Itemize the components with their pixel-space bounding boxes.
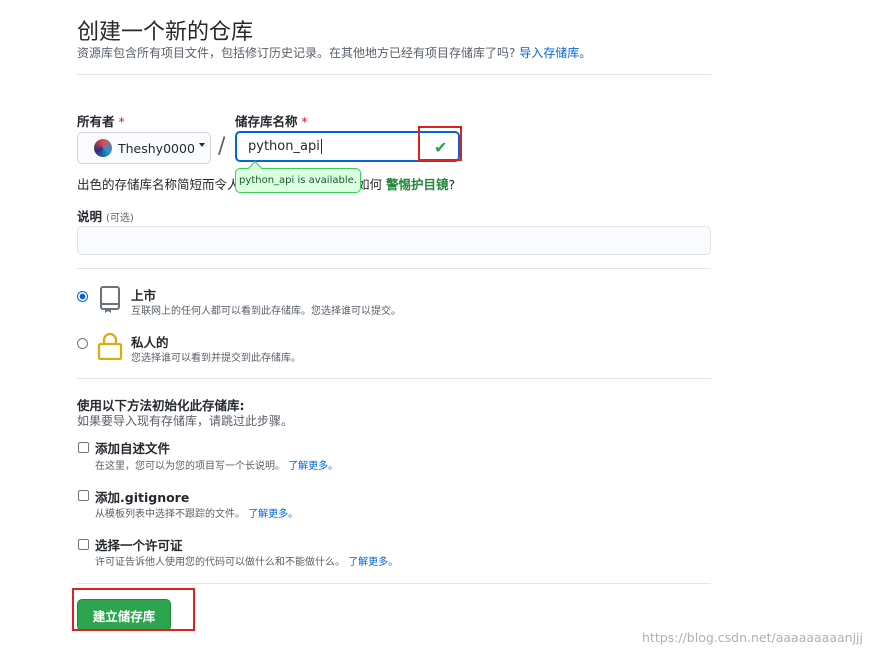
gitignore-checkbox[interactable] (78, 490, 89, 501)
divider (77, 74, 711, 75)
description-input[interactable] (77, 226, 711, 255)
import-repository-link[interactable]: 导入存储库。 (519, 46, 591, 60)
divider (77, 268, 711, 269)
repo-book-icon (99, 286, 121, 314)
description-label: 说明 (可选) (77, 206, 134, 225)
readme-option-desc: 在这里，您可以为您的项目写一个长说明。 了解更多。 (95, 457, 338, 472)
divider (77, 583, 711, 584)
owner-label: 所有者 * (77, 111, 125, 130)
hint-suffix: ? (448, 177, 456, 192)
public-radio[interactable] (77, 291, 88, 302)
repo-name-hint: 出色的存储库名称简短而令人 (77, 177, 240, 192)
owner-label-text: 所有者 (77, 114, 115, 129)
owner-select-button[interactable]: Theshy0000 (77, 132, 211, 164)
divider (77, 378, 711, 379)
readme-learn-more-link[interactable]: 了解更多。 (288, 461, 338, 472)
owner-name: Theshy0000 (118, 140, 195, 156)
repo-name-value: python_api (248, 139, 320, 154)
gitignore-option-desc: 从模板列表中选择不跟踪的文件。 了解更多。 (95, 505, 298, 520)
page-subtitle: 资源库包含所有项目文件，包括修订历史记录。在其他地方已经有项目存储库了吗? 导入… (77, 44, 591, 61)
readme-checkbox[interactable] (78, 442, 89, 453)
license-option-desc: 许可证告诉他人使用您的代码可以做什么和不能做什么。 了解更多。 (95, 553, 398, 568)
license-option-title: 选择一个许可证 (95, 538, 183, 553)
required-mark: * (118, 114, 125, 129)
gitignore-learn-more-link[interactable]: 了解更多。 (248, 509, 298, 520)
gitignore-option-title: 添加.gitignore (95, 490, 190, 505)
private-radio[interactable] (77, 338, 88, 349)
readme-desc-text: 在这里，您可以为您的项目写一个长说明。 (95, 461, 285, 472)
text-cursor (320, 139, 322, 154)
highlight-box-create-button (72, 588, 195, 631)
description-label-text: 说明 (77, 209, 103, 224)
optional-hint: (可选) (106, 213, 134, 224)
license-checkbox[interactable] (78, 539, 89, 550)
repo-name-label-text: 储存库名称 (235, 114, 298, 129)
page-subtitle-text: 资源库包含所有项目文件，包括修订历史记录。在其他地方已经有项目存储库了吗? (77, 46, 516, 60)
repo-name-hint-suggestion: 如何 警惕护目镜? (357, 174, 455, 193)
readme-option-title: 添加自述文件 (95, 441, 171, 456)
owner-repo-separator: / (218, 134, 226, 159)
caret-down-icon (198, 143, 205, 147)
license-desc-text: 许可证告诉他人使用您的代码可以做什么和不能做什么。 (95, 557, 345, 568)
avatar (94, 139, 112, 157)
suggested-name-link[interactable]: 警惕护目镜 (386, 177, 449, 192)
lock-icon (97, 332, 123, 361)
page-title: 创建一个新的仓库 (77, 20, 254, 45)
required-mark: * (301, 114, 308, 129)
public-option-desc: 互联网上的任何人都可以看到此存储库。您选择谁可以提交。 (131, 306, 401, 317)
gitignore-desc-text: 从模板列表中选择不跟踪的文件。 (95, 509, 245, 520)
availability-tooltip: python_api is available. (235, 168, 361, 193)
init-section-subtitle: 如果要导入现有存储库，请跳过此步骤。 (77, 414, 294, 428)
private-option-desc: 您选择谁可以看到并提交到此存储库。 (131, 353, 301, 364)
license-learn-more-link[interactable]: 了解更多。 (348, 557, 398, 568)
repo-name-label: 储存库名称 * (235, 111, 308, 130)
watermark: https://blog.csdn.net/aaaaaaaaanjjj (642, 630, 863, 645)
highlight-box-repo-valid (418, 126, 462, 161)
